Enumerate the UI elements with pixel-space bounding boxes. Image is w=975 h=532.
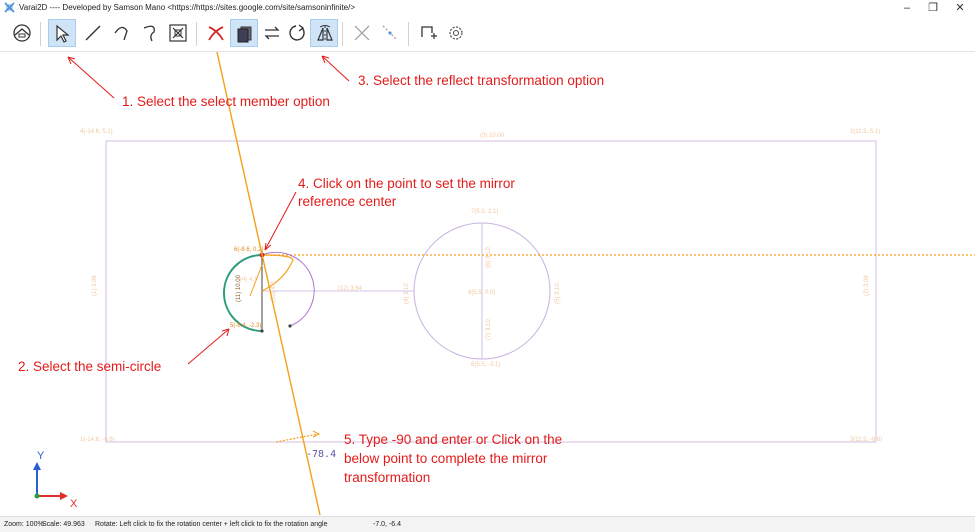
translate-icon (264, 26, 280, 40)
maximize-button[interactable]: ❐ (918, 0, 948, 16)
rect-corner-label: 3(11.5, -6.6) (850, 437, 882, 443)
reflect-button[interactable] (310, 19, 338, 47)
select-member-icon (56, 24, 70, 43)
semicircle-label: 5(-8.4, -2.3) (230, 323, 261, 329)
fit-view-icon (13, 24, 31, 42)
select-member-button[interactable] (48, 19, 76, 47)
circle-label: 8(5.5, 0.0) (468, 290, 495, 296)
selected-semicircle[interactable] (223, 254, 263, 332)
rect-edge-label: (1) 3.08 (92, 275, 98, 296)
semicircle-label: 6(-8.6, 0.2) (234, 247, 263, 253)
rotate-button[interactable] (284, 19, 312, 47)
title-bar: Varai2D ---- Developed by Samson Mano <h… (0, 0, 975, 16)
node-point[interactable] (260, 329, 264, 333)
add-surface-button[interactable] (414, 19, 442, 47)
semicircle-label: (4) 4.1 (240, 277, 258, 283)
rotate-icon (289, 24, 305, 41)
toolbar-separator (196, 22, 197, 46)
zoom-extents-button[interactable] (164, 19, 192, 47)
toolbar-separator (40, 22, 41, 46)
origin-point (34, 493, 40, 499)
copy-icon (237, 26, 252, 43)
dashed-line-icon (382, 25, 398, 41)
annotation-step-5-line-2: below point to complete the mirror (344, 451, 548, 466)
command-message: Rotate: Left click to fix the rotation c… (95, 521, 328, 528)
annotation-step-4-line-1: 4. Click on the point to set the mirror (298, 176, 515, 191)
settings-button[interactable] (442, 19, 470, 47)
delete-button[interactable] (202, 19, 230, 47)
annotation-step-3: 3. Select the reflect transformation opt… (358, 73, 605, 88)
angle-indicator-arrow-icon (312, 430, 321, 438)
annotation-step-2: 2. Select the semi-circle (18, 359, 162, 374)
annotation-step-5-line-3: transformation (344, 470, 431, 485)
line-icon (85, 25, 101, 41)
x-axis-label: X (70, 498, 78, 510)
copy-button[interactable] (230, 19, 258, 47)
annotation-step-1: 1. Select the select member option (122, 94, 330, 109)
annotation-arrow-2 (187, 328, 230, 365)
intersect-button[interactable] (348, 19, 376, 47)
arc-icon (114, 26, 128, 41)
annotation-arrow-4 (264, 191, 297, 251)
toolbar-separator (408, 22, 409, 46)
close-button[interactable]: ✕ (945, 0, 975, 16)
annotation-arrow-3 (321, 55, 350, 82)
mirror-axis-line (216, 52, 321, 515)
rect-corner-label: 1(-14.6, -6.6) (80, 437, 115, 443)
line-tool-button[interactable] (79, 19, 107, 47)
line-label: (12) 3.64 (338, 286, 363, 292)
fit-view-button[interactable] (8, 19, 36, 47)
rect-corner-label: 2(11.5, 5.1) (850, 129, 880, 135)
ellipse-arc-icon (143, 25, 155, 42)
toolbar-separator (342, 22, 343, 46)
rect-corner-label: 4(-14.6, 5.1) (80, 129, 113, 135)
annotation-arrow-1 (67, 56, 115, 99)
rect-edge-label: (2) 3.08 (864, 275, 870, 296)
arc-tool-button[interactable] (108, 19, 136, 47)
ellipse-arc-tool-button[interactable] (136, 19, 164, 47)
circle-label: 6(5.5, -3.1) (471, 362, 500, 368)
node-point[interactable] (288, 324, 292, 328)
scale-status: Scale: 49.963 (42, 521, 85, 528)
dashed-line-button[interactable] (376, 19, 404, 47)
add-surface-icon (421, 26, 437, 39)
zoom-status: Zoom: 100% (4, 521, 44, 528)
circle-label: (7) 3.10 (486, 319, 492, 340)
cursor-coordinates: -7.0, -6.4 (373, 521, 402, 528)
delete-icon (208, 26, 224, 41)
angle-indicator (275, 433, 319, 443)
circle-label: (4) 3.10 (404, 283, 410, 304)
status-bar: Zoom: 100% Scale: 49.963 Rotate: Left cl… (0, 516, 975, 532)
y-axis-arrow-icon (33, 462, 41, 470)
zoom-extents-icon (169, 24, 187, 42)
angle-readout: -78.4 (306, 449, 337, 460)
window-title: Varai2D ---- Developed by Samson Mano <h… (19, 3, 356, 12)
x-axis-arrow-icon (60, 492, 68, 500)
annotation-step-5-line-1: 5. Type -90 and enter or Click on the (344, 432, 563, 447)
toolbar (0, 17, 975, 52)
reflect-icon (317, 25, 333, 42)
circle-label: (6) 3.10 (486, 247, 492, 268)
app-logo-icon (4, 2, 15, 13)
y-axis-label: Y (37, 450, 45, 462)
circle-label: 7(5.5, 2.1) (471, 209, 498, 215)
annotation-step-4-line-2: reference center (298, 194, 397, 209)
intersect-icon (354, 25, 370, 41)
translate-button[interactable] (258, 19, 286, 47)
settings-icon (449, 26, 463, 40)
rect-edge-label: (3) 10.00 (480, 133, 505, 139)
circle-label: (5) 3.10 (555, 283, 561, 304)
